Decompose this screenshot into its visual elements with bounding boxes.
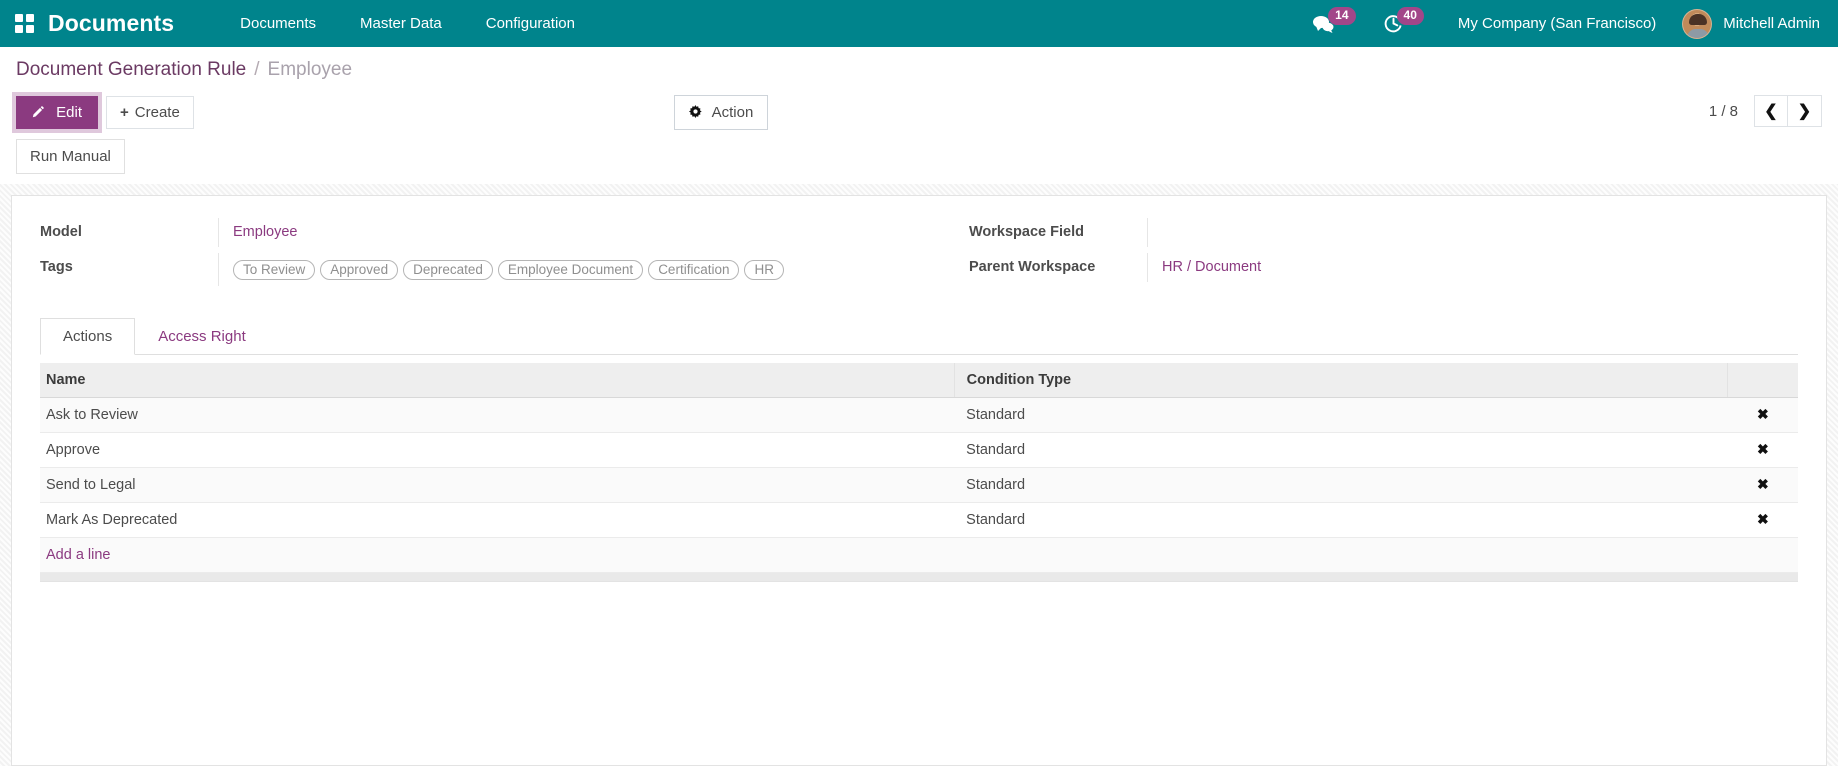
field-parent-workspace-label: Parent Workspace: [969, 259, 1096, 275]
top-navbar: Documents Documents Master Data Configur…: [0, 0, 1838, 47]
cell-condition-type[interactable]: Standard: [954, 432, 1728, 468]
column-header-actions: [1727, 363, 1798, 398]
pager-next-button[interactable]: ❯: [1788, 95, 1822, 127]
activities-menu[interactable]: 40: [1384, 6, 1424, 33]
cell-delete: ✖: [1727, 502, 1798, 538]
action-button-label: Action: [711, 104, 754, 121]
form-statusbar: Run Manual: [0, 139, 1838, 184]
messages-count-badge: 14: [1328, 6, 1356, 25]
field-tags: Tags To Review Approved Deprecated Emplo…: [40, 253, 899, 288]
edit-button[interactable]: Edit: [16, 96, 99, 129]
tab-access-right[interactable]: Access Right: [135, 318, 269, 355]
field-parent-workspace: Parent Workspace HR / Document: [969, 253, 1778, 288]
actions-lines-table: Name Condition Type Ask to Review Standa…: [40, 363, 1798, 538]
company-switcher[interactable]: My Company (San Francisco): [1458, 15, 1656, 32]
add-a-line-button[interactable]: Add a line: [40, 538, 1798, 573]
pencil-icon: [32, 104, 49, 121]
form-sheet-background: Model Employee Tags To Review Approved D…: [0, 184, 1838, 766]
notebook: Actions Access Right Name Condition Type: [40, 318, 1798, 582]
breadcrumb-current-record: Employee: [267, 58, 353, 80]
menu-item-documents[interactable]: Documents: [218, 0, 338, 47]
form-columns: Model Employee Tags To Review Approved D…: [40, 218, 1798, 288]
user-name-label: Mitchell Admin: [1723, 15, 1820, 32]
cell-name[interactable]: Approve: [40, 432, 955, 468]
field-model: Model Employee: [40, 218, 899, 253]
field-workspace-field-label: Workspace Field: [969, 224, 1084, 240]
table-horizontal-scrollbar[interactable]: [40, 573, 1798, 582]
control-panel: Edit + Create Action 1 / 8 ❮ ❯: [0, 92, 1838, 139]
pager-counter: 1 / 8: [1708, 102, 1738, 120]
tag-item[interactable]: Deprecated: [403, 260, 493, 280]
cell-condition-type[interactable]: Standard: [954, 502, 1728, 538]
cell-name[interactable]: Ask to Review: [40, 397, 955, 433]
field-model-value: Employee: [218, 218, 899, 247]
tab-actions[interactable]: Actions: [40, 318, 136, 355]
field-model-link[interactable]: Employee: [233, 224, 297, 240]
form-column-right: Workspace Field Parent Workspace HR / Do…: [919, 218, 1798, 288]
pager-buttons: ❮ ❯: [1754, 95, 1822, 127]
chevron-right-icon: ❯: [1797, 103, 1812, 120]
field-workspace-field: Workspace Field: [969, 218, 1778, 253]
table-head: Name Condition Type: [40, 363, 1798, 398]
actions-lines-container: Name Condition Type Ask to Review Standa…: [40, 363, 1798, 582]
action-button[interactable]: Action: [674, 95, 769, 130]
activities-count-badge: 40: [1396, 6, 1424, 25]
create-button-label: Create: [134, 104, 180, 121]
create-button[interactable]: + Create: [106, 96, 194, 129]
pager-previous-button[interactable]: ❮: [1754, 95, 1788, 127]
cell-name[interactable]: Send to Legal: [40, 467, 955, 503]
table-header-row: Name Condition Type: [40, 363, 1798, 398]
field-tags-label: Tags: [40, 259, 73, 275]
close-x-icon[interactable]: ✖: [1757, 511, 1769, 527]
messages-menu[interactable]: 14: [1313, 6, 1356, 33]
form-column-left: Model Employee Tags To Review Approved D…: [40, 218, 919, 288]
table-row[interactable]: Ask to Review Standard ✖: [40, 397, 1798, 433]
menu-item-configuration[interactable]: Configuration: [464, 0, 597, 47]
table-row[interactable]: Mark As Deprecated Standard ✖: [40, 502, 1798, 538]
record-pager: 1 / 8 ❮ ❯: [1709, 95, 1822, 127]
cell-condition-type[interactable]: Standard: [954, 397, 1728, 433]
table-row[interactable]: Approve Standard ✖: [40, 432, 1798, 468]
breadcrumb-root-link[interactable]: Document Generation Rule: [16, 59, 246, 81]
chevron-left-icon: ❮: [1764, 103, 1778, 120]
cell-name[interactable]: Mark As Deprecated: [40, 502, 955, 538]
tag-item[interactable]: Employee Document: [497, 260, 644, 280]
field-model-label: Model: [40, 224, 82, 240]
cell-condition-type[interactable]: Standard: [954, 467, 1728, 503]
table-row[interactable]: Send to Legal Standard ✖: [40, 467, 1798, 503]
cell-delete: ✖: [1727, 432, 1798, 468]
field-parent-workspace-link[interactable]: HR / Document: [1162, 259, 1261, 275]
cell-delete: ✖: [1727, 397, 1798, 433]
tag-item[interactable]: Certification: [648, 260, 740, 280]
menu-item-master-data[interactable]: Master Data: [338, 0, 464, 47]
close-x-icon[interactable]: ✖: [1757, 476, 1769, 492]
tag-list: To Review Approved Deprecated Employee D…: [233, 259, 899, 280]
close-x-icon[interactable]: ✖: [1757, 441, 1769, 457]
cell-delete: ✖: [1727, 467, 1798, 503]
run-manual-button[interactable]: Run Manual: [16, 139, 125, 174]
form-sheet: Model Employee Tags To Review Approved D…: [11, 195, 1827, 766]
field-tags-value: To Review Approved Deprecated Employee D…: [218, 253, 899, 286]
tag-item[interactable]: Approved: [320, 260, 399, 280]
plus-icon: +: [120, 104, 129, 121]
user-avatar: [1682, 8, 1713, 39]
edit-button-label: Edit: [56, 104, 83, 121]
apps-grid-icon: [14, 14, 34, 33]
column-header-name[interactable]: Name: [40, 363, 955, 398]
gear-icon: [689, 105, 706, 120]
field-parent-workspace-value: HR / Document: [1147, 253, 1778, 282]
column-header-condition-type[interactable]: Condition Type: [953, 363, 1728, 398]
tag-item[interactable]: To Review: [233, 260, 316, 280]
breadcrumb: Document Generation Rule / Employee: [0, 47, 1838, 92]
apps-menu-toggle[interactable]: [0, 0, 48, 47]
close-x-icon[interactable]: ✖: [1757, 406, 1769, 422]
app-brand-title[interactable]: Documents: [48, 10, 174, 37]
tag-item[interactable]: HR: [744, 260, 784, 280]
notebook-tabs: Actions Access Right: [40, 318, 1798, 355]
user-menu[interactable]: Mitchell Admin: [1682, 8, 1820, 39]
navbar-right-group: 14 40 My Company (San Francisco) Mitchel…: [1313, 6, 1820, 39]
table-body: Ask to Review Standard ✖ Approve Standar…: [40, 397, 1798, 538]
field-workspace-field-value: [1147, 218, 1778, 247]
breadcrumb-separator: /: [254, 58, 260, 80]
